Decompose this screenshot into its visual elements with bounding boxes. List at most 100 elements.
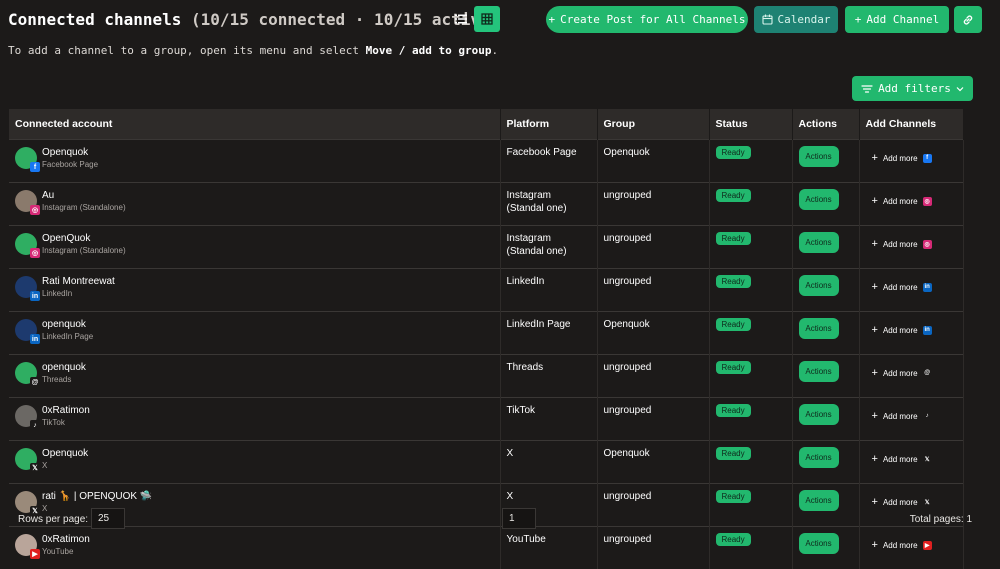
add-more-label: Add more	[883, 240, 918, 249]
table-row: fOpenquokFacebook PageFacebook PageOpenq…	[9, 140, 963, 183]
avatar: ♪	[15, 405, 37, 427]
column-header-account[interactable]: Connected account	[9, 109, 500, 140]
actions-button[interactable]: Actions	[799, 318, 839, 339]
instagram-icon: ◎	[30, 205, 40, 215]
avatar: f	[15, 147, 37, 169]
status-badge: Ready	[716, 533, 751, 546]
plus-icon: +	[872, 152, 878, 164]
list-icon	[455, 13, 467, 25]
plus-icon: +	[872, 281, 878, 293]
group-hint: To add a channel to a group, open its me…	[8, 44, 498, 57]
calendar-button[interactable]: Calendar	[754, 6, 838, 33]
table-row: @openquokThreadsThreadsungroupedReadyAct…	[9, 355, 963, 398]
add-more-button[interactable]: + Add more ◎	[866, 226, 957, 262]
table-row: ◎OpenQuokInstagram (Standalone)Instagram…	[9, 226, 963, 269]
add-filters-button[interactable]: Add filters	[852, 76, 973, 101]
calendar-icon	[762, 14, 773, 25]
table-row: inRati MontreewatLinkedInLinkedInungroup…	[9, 269, 963, 312]
account-cell: @openquokThreads	[9, 355, 500, 398]
account-name: Openquok	[42, 448, 88, 460]
add-more-label: Add more	[883, 498, 918, 507]
column-header-status[interactable]: Status	[709, 109, 792, 140]
add-more-button[interactable]: +Add more▶	[866, 527, 957, 563]
add-channel-cell: +Add morein	[859, 312, 963, 355]
column-header-platform[interactable]: Platform	[500, 109, 597, 140]
avatar: @	[15, 362, 37, 384]
account-name: openquok	[42, 362, 86, 374]
account-type: Instagram (Standalone)	[42, 245, 126, 256]
add-more-label: Add more	[883, 541, 918, 550]
actions-button[interactable]: Actions	[799, 232, 839, 253]
add-more-button[interactable]: +Add more◎	[866, 183, 957, 219]
group-cell: ungrouped	[597, 183, 709, 226]
actions-cell: Actions	[792, 398, 859, 441]
create-post-label: Create Post for All Channels	[560, 13, 745, 26]
page-number-input[interactable]: 1	[502, 508, 536, 529]
column-header-actions[interactable]: Actions	[792, 109, 859, 140]
add-more-button[interactable]: +Add moref	[866, 140, 957, 176]
add-channel-button[interactable]: +Add Channel	[845, 6, 949, 33]
linkedin-icon: in	[30, 291, 40, 301]
account-cell: ◎OpenQuokInstagram (Standalone)	[9, 226, 500, 269]
actions-cell: Actions	[792, 527, 859, 569]
instagram-icon: ◎	[923, 197, 932, 206]
add-more-label: Add more	[883, 197, 918, 206]
page-title: Connected channels (10/15 connected · 10…	[8, 10, 499, 29]
list-view-button[interactable]	[448, 6, 474, 32]
status-cell: Ready	[709, 398, 792, 441]
tiktok-icon: ♪	[30, 420, 40, 430]
plus-icon: +	[855, 13, 862, 26]
add-more-button[interactable]: +Add morein	[866, 269, 957, 305]
status-cell: Ready	[709, 312, 792, 355]
add-channel-cell: +Add more𝕏	[859, 441, 963, 484]
actions-button[interactable]: Actions	[799, 189, 839, 210]
status-badge: Ready	[716, 447, 751, 460]
account-text: openquokThreads	[42, 362, 86, 385]
plus-icon: +	[548, 13, 555, 26]
instagram-icon: ◎	[30, 248, 40, 258]
plus-icon: +	[872, 367, 878, 379]
add-channel-cell: +Add more♪	[859, 398, 963, 441]
account-info: fOpenquokFacebook Page	[15, 140, 494, 176]
title-text: Connected channels	[8, 10, 181, 29]
account-text: 0xRatimonTikTok	[42, 405, 90, 428]
add-more-button[interactable]: +Add morein	[866, 312, 957, 348]
account-type: YouTube	[42, 546, 90, 557]
add-more-button[interactable]: +Add more♪	[866, 398, 957, 434]
x-icon: 𝕏	[30, 463, 40, 473]
youtube-icon: ▶	[923, 541, 932, 550]
threads-icon: @	[923, 369, 932, 378]
actions-button[interactable]: Actions	[799, 447, 839, 468]
account-type: TikTok	[42, 417, 90, 428]
hint-suffix: .	[491, 44, 498, 57]
plus-icon: +	[872, 238, 878, 250]
status-badge: Ready	[716, 404, 751, 417]
actions-button[interactable]: Actions	[799, 533, 839, 554]
add-more-button[interactable]: +Add more@	[866, 355, 957, 391]
copy-link-button[interactable]	[954, 6, 982, 33]
account-info: ♪0xRatimonTikTok	[15, 398, 494, 434]
account-text: 0xRatimonYouTube	[42, 534, 90, 557]
account-type: Instagram (Standalone)	[42, 202, 126, 213]
actions-button[interactable]: Actions	[799, 404, 839, 425]
x-icon: 𝕏	[923, 498, 932, 507]
actions-button[interactable]: Actions	[799, 146, 839, 167]
group-cell: ungrouped	[597, 398, 709, 441]
column-header-group[interactable]: Group	[597, 109, 709, 140]
actions-button[interactable]: Actions	[799, 275, 839, 296]
hint-emphasis: Move / add to group	[366, 44, 492, 57]
table-view-button[interactable]	[474, 6, 500, 32]
actions-button[interactable]: Actions	[799, 361, 839, 382]
add-more-button[interactable]: +Add more𝕏	[866, 441, 957, 477]
avatar: in	[15, 319, 37, 341]
add-channel-cell: +Add morein	[859, 269, 963, 312]
instagram-icon: ◎	[923, 240, 932, 249]
x-icon: 𝕏	[923, 455, 932, 464]
add-more-label: Add more	[883, 412, 918, 421]
top-bar: Connected channels (10/15 connected · 10…	[8, 6, 992, 34]
create-post-all-button[interactable]: + Create Post for All Channels	[546, 6, 748, 33]
rows-per-page-input[interactable]: 25	[91, 508, 125, 529]
calendar-label: Calendar	[778, 13, 831, 26]
column-header-add-channels[interactable]: Add Channels	[859, 109, 963, 140]
actions-cell: Actions	[792, 441, 859, 484]
